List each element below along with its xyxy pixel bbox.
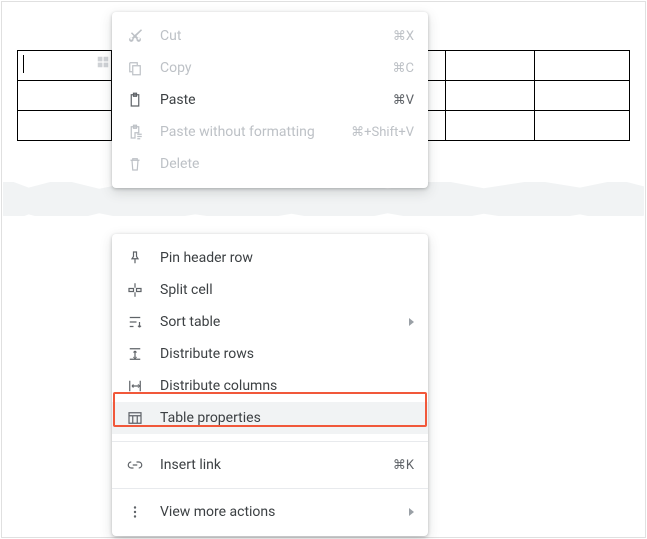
copy-icon xyxy=(126,59,144,77)
menu-label: Distribute rows xyxy=(160,346,414,362)
pin-icon xyxy=(126,249,144,267)
menu-item-copy[interactable]: Copy ⌘C xyxy=(112,52,428,84)
menu-shortcut: ⌘X xyxy=(393,29,414,44)
menu-item-paste-plain[interactable]: Paste without formatting ⌘+Shift+V xyxy=(112,116,428,148)
split-cell-icon xyxy=(126,281,144,299)
menu-shortcut: ⌘V xyxy=(393,93,414,108)
menu-separator xyxy=(112,441,428,442)
menu-separator xyxy=(112,488,428,489)
menu-item-cut[interactable]: Cut ⌘X xyxy=(112,20,428,52)
chevron-right-icon xyxy=(409,318,414,326)
cell-drag-handle-icon[interactable] xyxy=(96,55,110,69)
menu-item-delete[interactable]: Delete xyxy=(112,148,428,180)
menu-item-sort-table[interactable]: Sort table xyxy=(112,306,428,338)
dist-cols-icon xyxy=(126,377,144,395)
menu-item-pin-header[interactable]: Pin header row xyxy=(112,242,428,274)
menu-label: Paste without formatting xyxy=(160,124,351,140)
dist-rows-icon xyxy=(126,345,144,363)
table-props-icon xyxy=(126,409,144,427)
menu-shortcut: ⌘K xyxy=(393,458,414,473)
menu-item-distribute-cols[interactable]: Distribute columns xyxy=(112,370,428,402)
menu-label: Pin header row xyxy=(160,250,414,266)
chevron-right-icon xyxy=(409,508,414,516)
menu-shortcut: ⌘C xyxy=(393,61,414,76)
menu-shortcut: ⌘+Shift+V xyxy=(351,125,414,140)
menu-item-split-cell[interactable]: Split cell xyxy=(112,274,428,306)
menu-item-insert-link[interactable]: Insert link ⌘K xyxy=(112,449,428,481)
menu-label: Distribute columns xyxy=(160,378,414,394)
menu-label: Insert link xyxy=(160,457,393,473)
menu-item-more-actions[interactable]: View more actions xyxy=(112,496,428,528)
paste-icon xyxy=(126,91,144,109)
delete-icon xyxy=(126,155,144,173)
menu-label: Split cell xyxy=(160,282,414,298)
menu-item-paste[interactable]: Paste ⌘V xyxy=(112,84,428,116)
menu-label: Cut xyxy=(160,28,393,44)
menu-label: View more actions xyxy=(160,504,403,520)
cut-icon xyxy=(126,27,144,45)
sort-icon xyxy=(126,313,144,331)
menu-label: Sort table xyxy=(160,314,403,330)
menu-item-table-properties[interactable]: Table properties xyxy=(112,402,428,434)
context-menu-top: Cut ⌘X Copy ⌘C Paste ⌘V Paste without fo… xyxy=(112,12,428,188)
context-menu-bottom: Pin header row Split cell Sort table Dis… xyxy=(112,234,428,536)
more-icon xyxy=(126,503,144,521)
menu-item-distribute-rows[interactable]: Distribute rows xyxy=(112,338,428,370)
menu-label: Table properties xyxy=(160,410,414,426)
paste-plain-icon xyxy=(126,123,144,141)
menu-label: Delete xyxy=(160,156,414,172)
text-caret xyxy=(23,55,24,73)
menu-label: Paste xyxy=(160,92,393,108)
link-icon xyxy=(126,456,144,474)
menu-label: Copy xyxy=(160,60,393,76)
